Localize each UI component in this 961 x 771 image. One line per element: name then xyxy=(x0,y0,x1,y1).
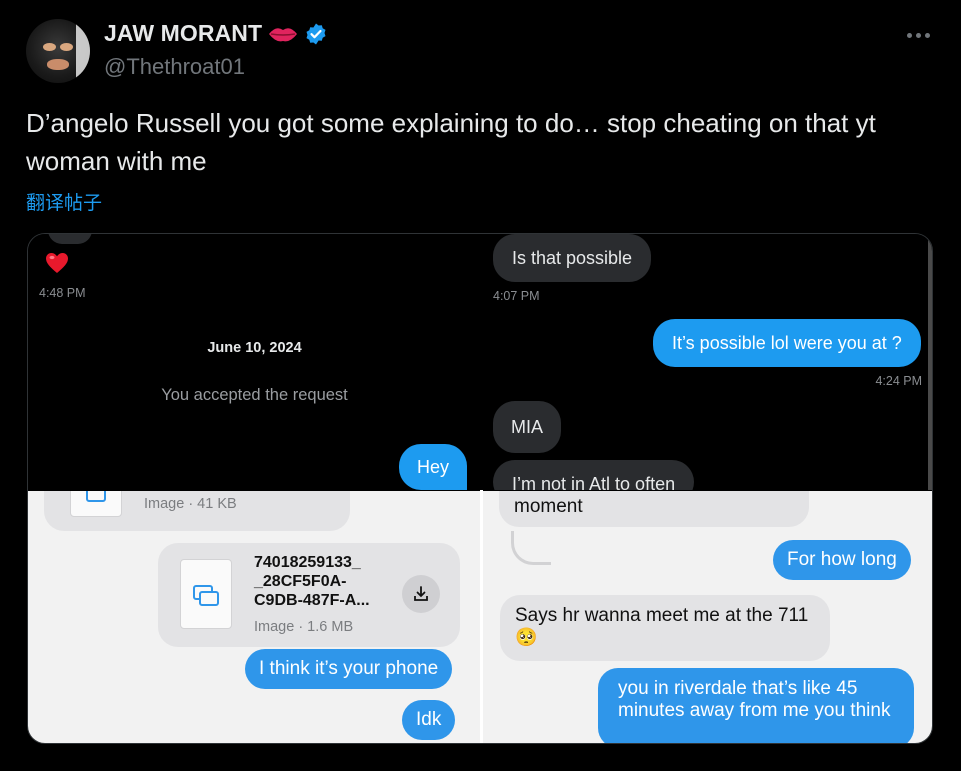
file-meta: Image · 1.6 MB xyxy=(254,619,354,635)
file-name-line: C9DB-487F-A... xyxy=(254,592,370,609)
screenshot-top-left[interactable]: 4:48 PM June 10, 2024 You accepted the r… xyxy=(28,234,481,490)
incoming-message: Is that possible xyxy=(493,234,652,282)
avatar-background xyxy=(76,19,90,83)
message-timestamp: 4:07 PM xyxy=(493,289,540,303)
outgoing-message: you in riverdale that’s like 45 minutes … xyxy=(598,668,914,743)
file-document-icon xyxy=(180,559,232,629)
incoming-message: MIA xyxy=(493,401,562,453)
request-accepted-notice: You accepted the request xyxy=(161,386,348,404)
message-timestamp: 4:24 PM xyxy=(875,374,922,388)
scrollbar[interactable] xyxy=(928,234,932,490)
screenshot-bottom-right[interactable]: moment For how long Says hr wanna meet m… xyxy=(483,491,932,743)
verified-badge-icon[interactable] xyxy=(304,22,328,46)
author-handle[interactable]: @Thethroat01 xyxy=(104,54,245,80)
lips-icon xyxy=(269,27,298,41)
outgoing-message-line: you in riverdale that’s like 45 xyxy=(618,678,858,699)
author-display-name[interactable]: JAW MORANT xyxy=(104,20,262,47)
date-divider: June 10, 2024 xyxy=(207,340,302,356)
outgoing-message: For how long xyxy=(773,540,911,580)
author-avatar[interactable] xyxy=(26,19,90,83)
tweet-text: D’angelo Russell you got some explaining… xyxy=(26,108,876,176)
more-dot xyxy=(924,32,930,38)
more-dot xyxy=(915,32,921,38)
heart-reaction-icon xyxy=(46,253,68,273)
incoming-message-partial: I’m not in Atl to often xyxy=(493,460,695,490)
more-options-icon[interactable] xyxy=(905,26,931,44)
incoming-message: Says hr wanna meet me at the 711 🥺 xyxy=(500,595,830,661)
more-dot xyxy=(906,32,912,38)
message-timestamp: 4:48 PM xyxy=(39,286,86,300)
avatar-mouth xyxy=(47,59,69,70)
pleading-face-emoji: 🥺 xyxy=(515,627,538,647)
author-name-row[interactable]: JAW MORANT xyxy=(104,20,328,47)
screenshot-top-right[interactable]: Is that possible 4:07 PM It’s possible l… xyxy=(483,234,932,490)
file-attachment-card[interactable]: Image · 41 KB xyxy=(44,491,350,531)
screenshot-bottom-left[interactable]: Image · 41 KB 74018259133_ _28CF5F0A- C9… xyxy=(28,491,480,743)
file-document-icon xyxy=(70,491,122,517)
avatar-eye-right xyxy=(60,43,73,51)
outgoing-message: Hey xyxy=(399,444,468,490)
outgoing-message: Idk xyxy=(402,700,456,740)
incoming-message-partial: moment xyxy=(499,491,809,527)
tweet-media-grid[interactable]: 4:48 PM June 10, 2024 You accepted the r… xyxy=(27,233,933,744)
reply-thread-line xyxy=(511,531,551,565)
avatar-eye-left xyxy=(43,43,56,51)
cropped-bubble xyxy=(48,234,92,244)
file-name-line: _28CF5F0A- xyxy=(254,573,347,590)
file-meta: Image · 41 KB xyxy=(144,496,237,512)
incoming-message-text: Says hr wanna meet me at the 711 xyxy=(515,605,809,626)
outgoing-message: I think it’s your phone xyxy=(245,649,453,689)
outgoing-message: It’s possible lol were you at ? xyxy=(653,319,921,367)
file-attachment-card[interactable]: 74018259133_ _28CF5F0A- C9DB-487F-A... I… xyxy=(158,543,460,647)
download-icon[interactable] xyxy=(402,575,440,613)
file-name-line: 74018259133_ xyxy=(254,554,361,571)
translate-post-link[interactable]: 翻译帖子 xyxy=(26,188,102,215)
outgoing-message-line: minutes away from me you think xyxy=(618,700,891,721)
